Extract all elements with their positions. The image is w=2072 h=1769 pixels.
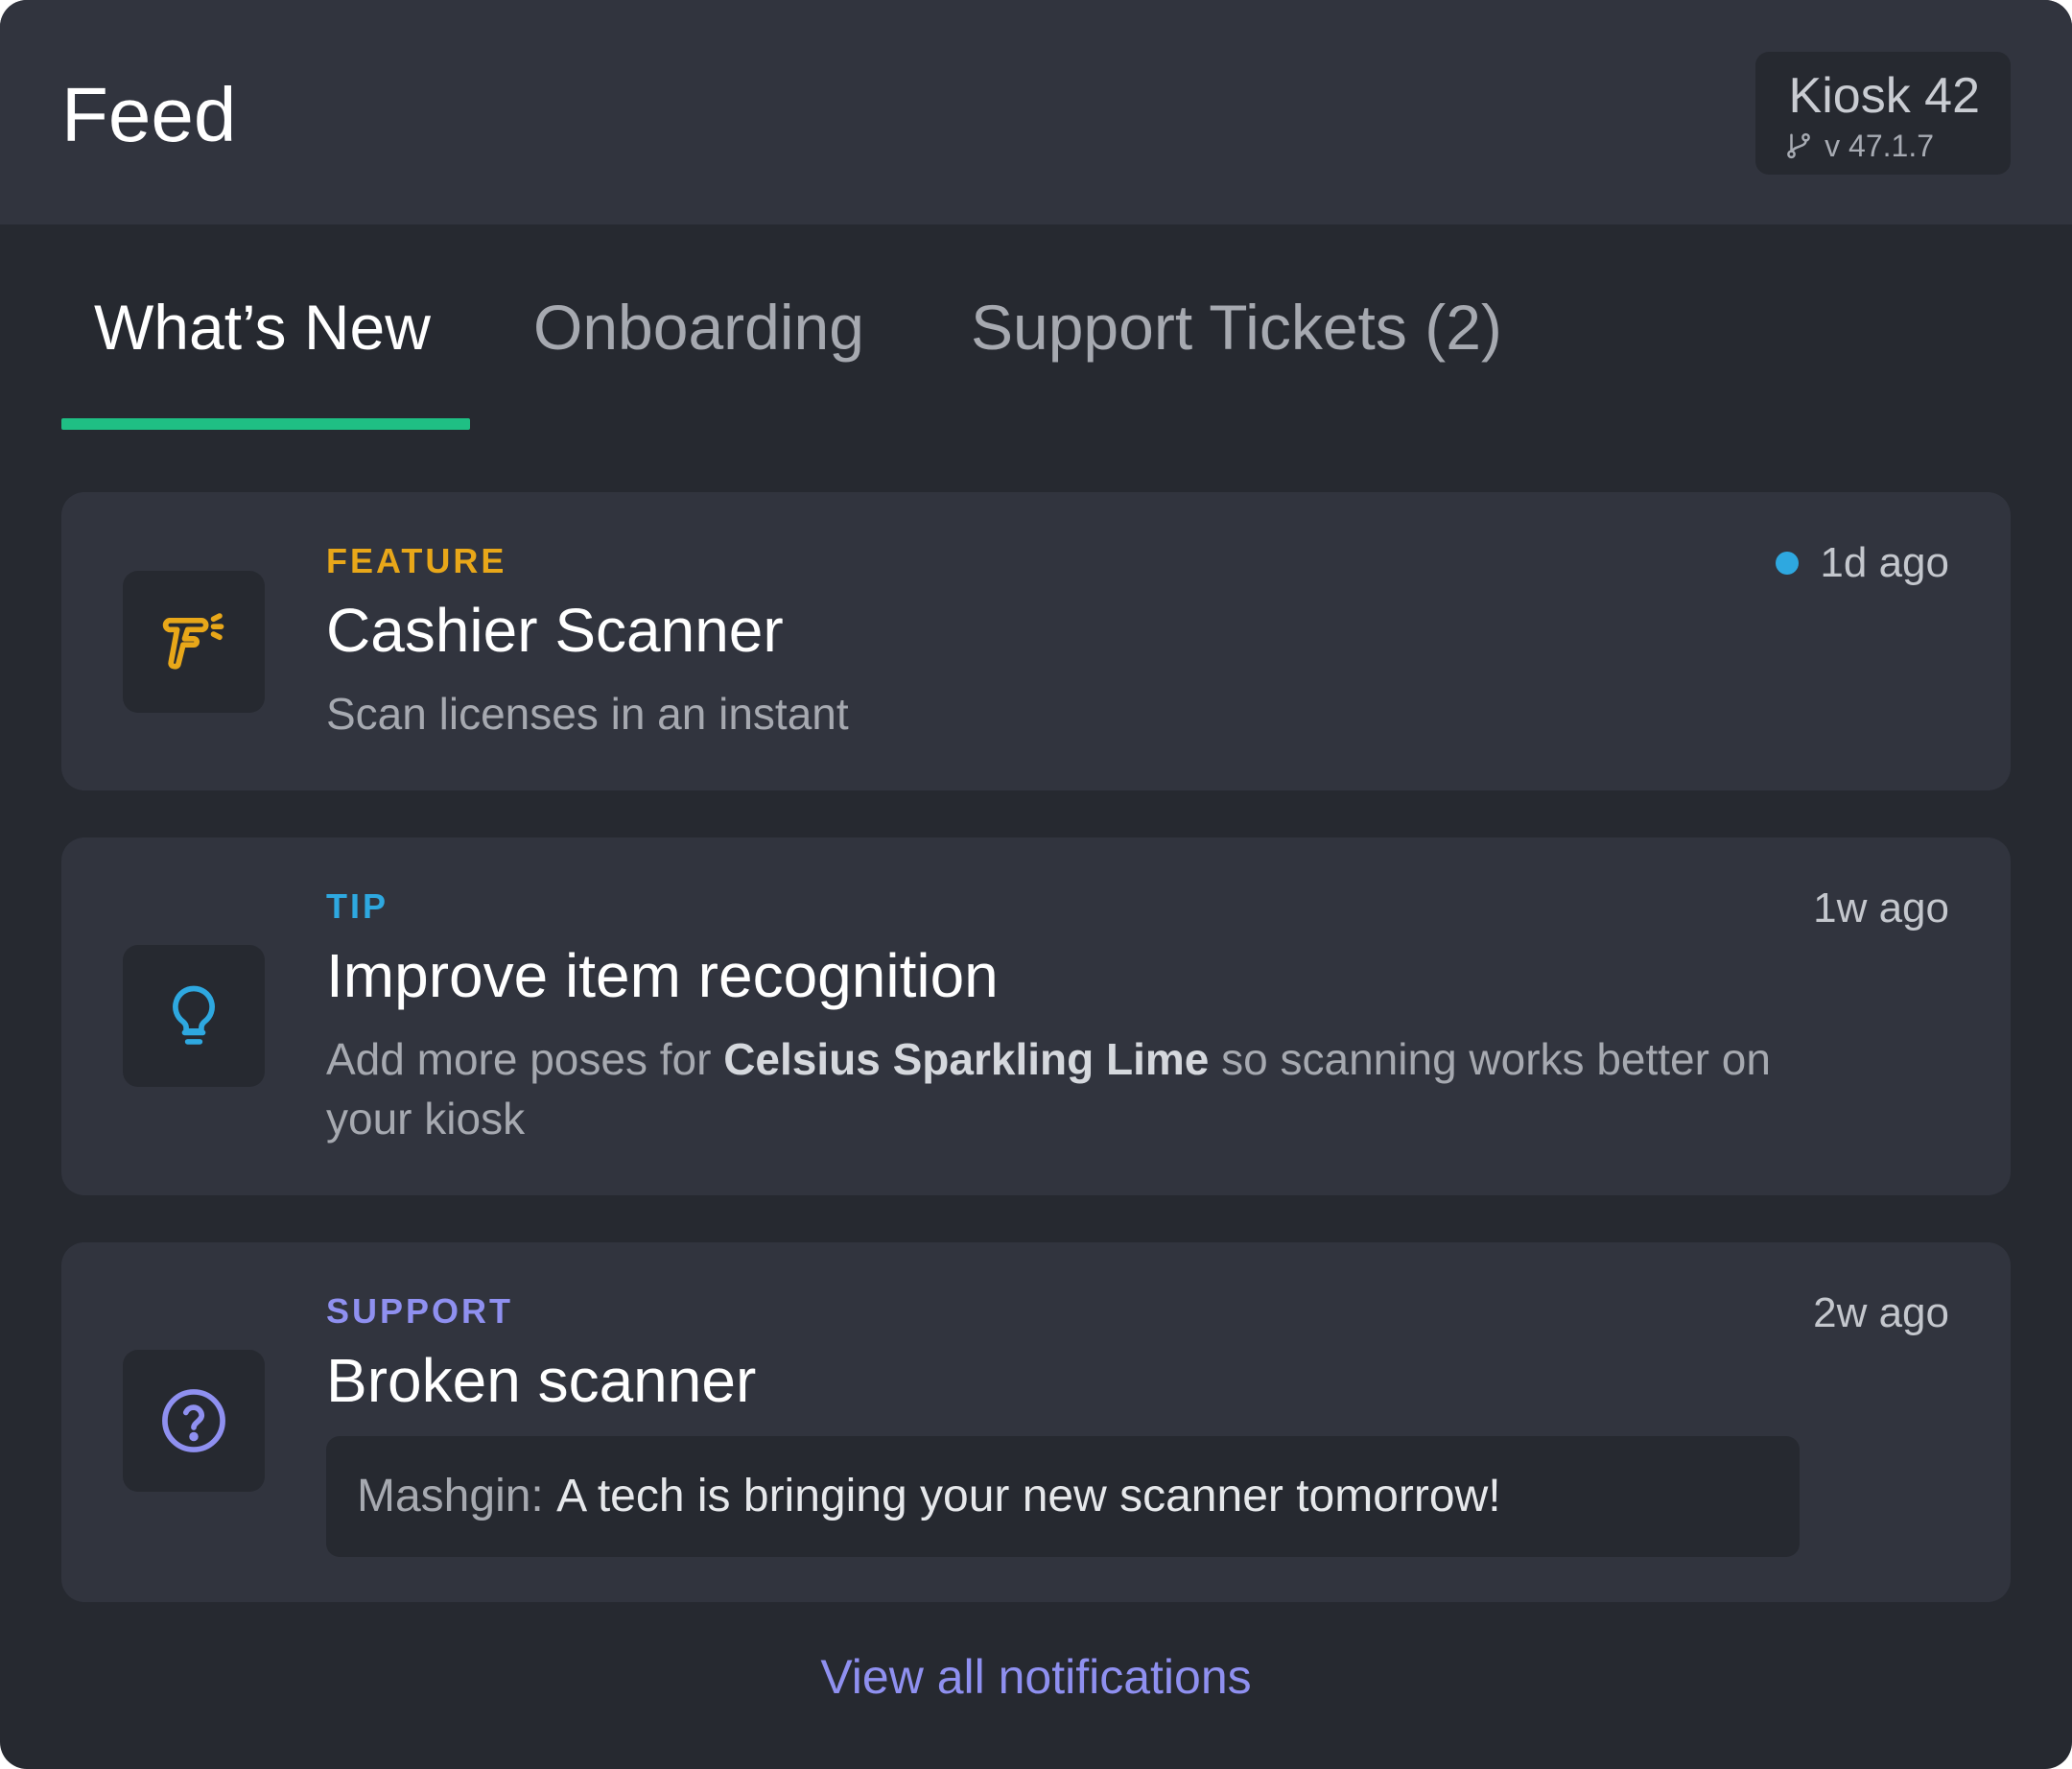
feed-card-tip[interactable]: TIP Improve item recognition Add more po…	[61, 837, 2011, 1195]
feed-card-feature[interactable]: FEATURE Cashier Scanner Scan licenses in…	[61, 492, 2011, 790]
lightbulb-icon	[173, 985, 215, 1045]
card-icon-container	[123, 571, 265, 713]
feed-card-support[interactable]: SUPPORT Broken scanner Mashgin: A tech i…	[61, 1242, 2011, 1602]
card-category: FEATURE	[326, 541, 507, 580]
kiosk-badge: Kiosk 42 v 47.1.7	[1755, 52, 2011, 175]
question-circle-icon	[162, 1389, 225, 1452]
feed-header: Feed Kiosk 42 v 47.1.7	[0, 0, 2072, 224]
git-branch-icon	[1784, 131, 1813, 160]
tab-whats-new[interactable]: What’s New	[94, 284, 431, 370]
card-category: SUPPORT	[326, 1291, 514, 1331]
card-time: 1d ago	[1776, 536, 1949, 590]
card-description: Add more poses for Celsius Sparkling Lim…	[326, 1029, 1784, 1148]
message-text: A tech is bringing your new scanner tomo…	[556, 1471, 1501, 1521]
scanner-icon	[162, 613, 224, 670]
card-time-label: 1w ago	[1813, 884, 1949, 932]
page-title: Feed	[61, 72, 237, 157]
card-title: Broken scanner	[326, 1346, 757, 1415]
card-time-label: 2w ago	[1813, 1289, 1949, 1336]
card-category: TIP	[326, 886, 389, 926]
card-description: Scan licenses in an instant	[326, 689, 849, 739]
card-time: 2w ago	[1813, 1286, 1949, 1340]
desc-prefix: Add more poses for	[326, 1034, 724, 1084]
card-icon-container	[123, 945, 265, 1087]
active-tab-indicator	[61, 418, 470, 430]
kiosk-name: Kiosk 42	[1788, 68, 1980, 124]
card-time-label: 1d ago	[1820, 539, 1949, 586]
feed-panel: Feed Kiosk 42 v 47.1.7 What’s New Onboar…	[0, 0, 2072, 1769]
support-message: Mashgin: A tech is bringing your new sca…	[326, 1436, 1800, 1557]
product-name: Celsius Sparkling Lime	[723, 1034, 1210, 1084]
card-time: 1w ago	[1813, 882, 1949, 935]
tab-onboarding[interactable]: Onboarding	[533, 284, 864, 370]
version-label: v 47.1.7	[1825, 128, 1934, 163]
tab-support-tickets[interactable]: Support Tickets (2)	[971, 284, 1502, 370]
unread-indicator	[1776, 552, 1800, 575]
view-all-notifications-link[interactable]: View all notifications	[0, 1646, 2072, 1708]
card-title: Cashier Scanner	[326, 596, 784, 665]
card-title: Improve item recognition	[326, 941, 999, 1010]
kiosk-version: v 47.1.7	[1784, 127, 1934, 165]
message-sender: Mashgin:	[357, 1471, 544, 1521]
card-icon-container	[123, 1350, 265, 1492]
